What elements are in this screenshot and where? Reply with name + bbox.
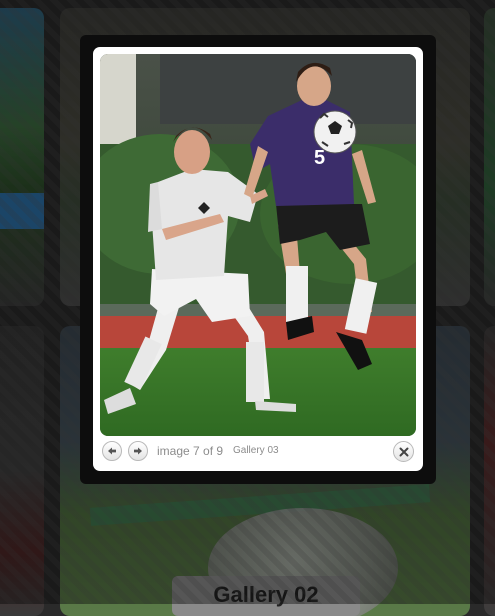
lightbox-photo: 5 <box>100 54 416 436</box>
soccer-photo: 5 <box>100 54 416 436</box>
lightbox: 5 image 7 of 9 Gallery 03 <box>93 47 423 471</box>
next-button[interactable] <box>128 441 148 461</box>
soccer-ball <box>313 110 357 154</box>
left-arrow-icon <box>108 447 116 455</box>
jersey-number: 5 <box>314 147 325 169</box>
image-counter: image 7 of 9 <box>157 444 224 458</box>
right-arrow-icon <box>134 447 142 455</box>
gallery-name: Gallery 03 <box>233 445 279 456</box>
close-icon <box>399 447 409 457</box>
prev-button[interactable] <box>102 441 122 461</box>
close-button[interactable] <box>393 441 414 462</box>
